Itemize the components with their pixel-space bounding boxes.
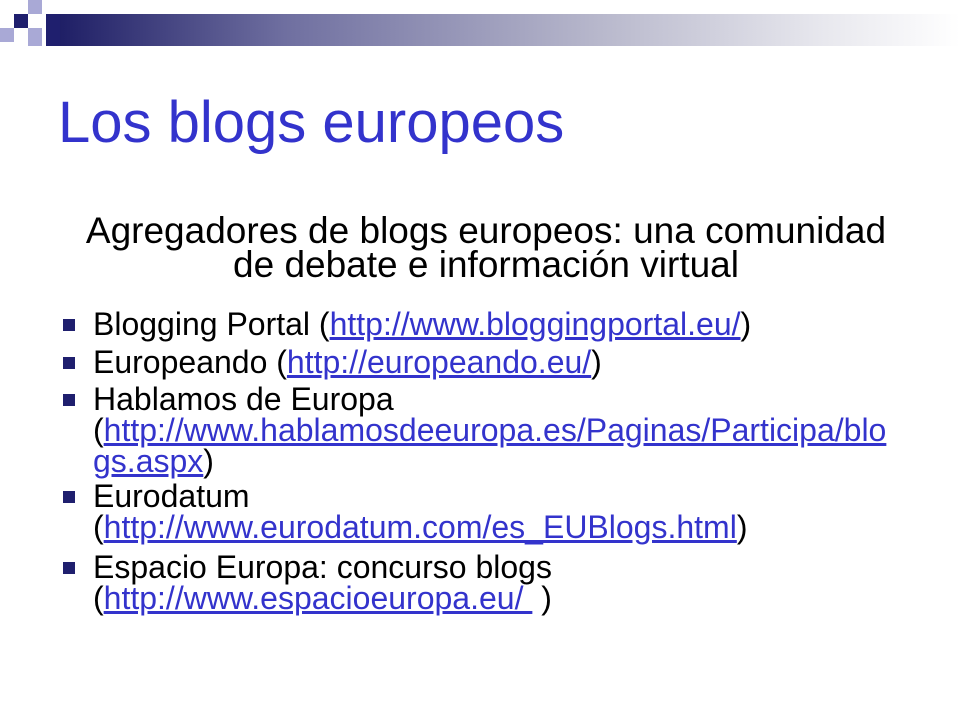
bullet-item-espacio-europa: Espacio Europa: concurso blogs (http://w… [63,549,552,616]
bullet-item-eurodatum: Eurodatum (http://www.eurodatum.com/es_E… [63,478,748,545]
bullet-item-europeando: Europeando (http://europeando.eu/) [63,344,602,380]
bullet-text: ) [203,443,214,479]
decorative-square [28,0,42,14]
link-bloggingportal[interactable]: http://www.bloggingportal.eu/ [330,306,741,342]
slide-subtitle: Agregadores de blogs europeos: una comun… [60,210,912,285]
square-bullet-icon [63,491,75,503]
bullet-text: Europeando ( [93,344,287,380]
link-europeando[interactable]: http://europeando.eu/ [287,344,591,380]
decorative-square [0,28,14,42]
bullet-text: ) [736,509,748,545]
bullet-text: ( [93,580,104,616]
link-hablamosdeeuropa[interactable]: http://www.hablamosdeeuropa.es/Paginas/P… [104,412,887,448]
bullet-text: ( [93,509,104,545]
link-espacioeuropa[interactable]: http://www.espacioeuropa.eu/ [104,580,533,616]
bullet-line: Espacio Europa: concurso blogs [93,549,552,585]
square-bullet-icon [63,319,75,331]
decorative-square [46,14,60,46]
bullet-line: Eurodatum [93,478,250,514]
bullet-line: (http://www.espacioeuropa.eu/ ) [93,580,552,616]
subtitle-line: Agregadores de blogs europeos: una comun… [85,210,887,251]
bullet-item-hablamos-de-europa: Hablamos de Europa (http://www.hablamosd… [63,381,887,479]
bullet-line: Hablamos de Europa [93,381,394,417]
decorative-square [28,28,42,46]
bullet-line: Blogging Portal (http://www.bloggingport… [93,306,752,342]
link-hablamosdeeuropa-continued[interactable]: gs.aspx [93,443,203,479]
bullet-line: (http://www.eurodatum.com/es_EUBlogs.htm… [93,509,748,545]
bullet-text: ) [591,344,602,380]
square-bullet-icon [63,357,75,369]
bullet-text: Blogging Portal ( [93,306,330,342]
slide-title: Los blogs europeos [58,90,565,155]
square-bullet-icon [63,394,75,406]
bullet-item-blogging-portal: Blogging Portal (http://www.bloggingport… [63,306,752,342]
slide: Los blogs europeos Agregadores de blogs … [0,0,960,720]
square-bullet-icon [63,562,75,574]
subtitle-line: de debate e información virtual [233,244,739,285]
link-eurodatum[interactable]: http://www.eurodatum.com/es_EUBlogs.html [104,509,737,545]
top-gradient-bar [60,14,960,46]
bullet-text: ) [740,306,752,342]
bullet-line: (http://www.hablamosdeeuropa.es/Paginas/… [93,412,887,448]
bullet-text: ) [532,580,552,616]
bullet-line: Europeando (http://europeando.eu/) [93,344,602,380]
bullet-line: gs.aspx) [93,443,886,479]
decorative-square [14,14,28,28]
